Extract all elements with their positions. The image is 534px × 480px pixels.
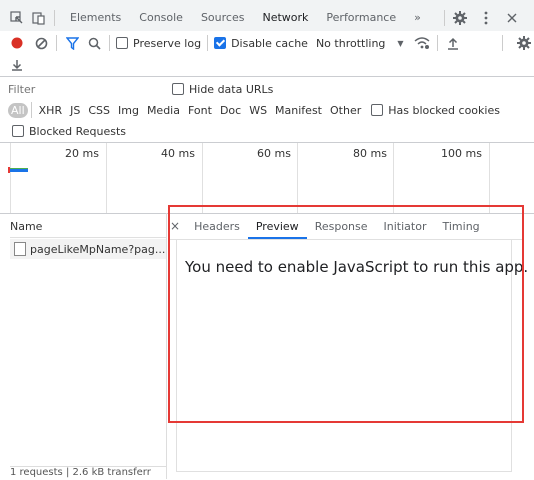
close-icon[interactable] (503, 9, 521, 27)
type-filter-font[interactable]: Font (184, 104, 216, 117)
timeline-tick-label: 40 ms (161, 147, 195, 160)
timeline-tick-label: 100 ms (441, 147, 482, 160)
divider (437, 35, 439, 51)
divider (54, 10, 55, 26)
inspect-element-icon[interactable] (8, 9, 26, 27)
hide-data-urls-label: Hide data URLs (189, 82, 274, 96)
disable-cache-label: Disable cache (231, 36, 308, 50)
network-toolbar: Preserve log Disable cache No throttling… (0, 31, 534, 55)
export-har-icon[interactable] (8, 55, 26, 73)
blocked-requests-row: Blocked Requests (0, 121, 534, 141)
divider (207, 35, 209, 51)
timeline-marker (8, 167, 10, 173)
filter-bar: Hide data URLs (0, 79, 534, 99)
timeline-gridline (297, 143, 298, 213)
type-filter-img[interactable]: Img (114, 104, 143, 117)
timeline-gridline (10, 143, 11, 213)
resource-type-filters: All XHR JS CSS Img Media Font Doc WS Man… (0, 100, 534, 120)
clear-icon[interactable] (32, 34, 50, 52)
blocked-requests-checkbox[interactable] (12, 125, 24, 137)
timeline-gridline (489, 143, 490, 213)
status-bar: 1 requests | 2.6 kB transferr (10, 466, 166, 480)
device-toolbar-icon[interactable] (30, 9, 48, 27)
type-filter-media[interactable]: Media (143, 104, 184, 117)
blocked-requests-label: Blocked Requests (29, 124, 127, 138)
timeline-gridline (393, 143, 394, 213)
divider (166, 213, 167, 479)
timeline-tick-label: 20 ms (65, 147, 99, 160)
type-filter-all[interactable]: All (8, 102, 28, 118)
filter-icon[interactable] (63, 34, 81, 52)
network-conditions-icon[interactable] (413, 34, 431, 52)
preserve-log-checkbox[interactable] (116, 37, 128, 49)
timeline-tick-label: 80 ms (353, 147, 387, 160)
disable-cache-checkbox[interactable] (214, 37, 227, 49)
divider (443, 10, 445, 26)
network-toolbar-row2 (0, 54, 534, 74)
divider (30, 102, 32, 118)
divider (56, 35, 57, 51)
timeline-gridline (106, 143, 107, 213)
divider (109, 35, 110, 51)
hide-data-urls-checkbox[interactable] (172, 83, 184, 95)
has-blocked-cookies-checkbox[interactable] (371, 104, 384, 116)
settings-gear-icon[interactable] (451, 9, 469, 27)
type-filter-xhr[interactable]: XHR (35, 104, 66, 117)
preview-panel-bottom (176, 423, 512, 472)
timeline-gridline (202, 143, 203, 213)
timeline-request-bar (10, 168, 28, 172)
type-filter-manifest[interactable]: Manifest (271, 104, 326, 117)
divider (0, 76, 534, 77)
type-filter-other[interactable]: Other (326, 104, 365, 117)
timeline-tick-label: 60 ms (257, 147, 291, 160)
request-name: pageLikeMpName?pag... (30, 242, 166, 256)
type-filter-ws[interactable]: WS (245, 104, 271, 117)
type-filter-css[interactable]: CSS (84, 104, 114, 117)
type-filter-js[interactable]: JS (66, 104, 84, 117)
request-row[interactable]: pageLikeMpName?pag... (10, 239, 166, 259)
preserve-log-label: Preserve log (133, 36, 202, 50)
import-har-icon[interactable] (444, 34, 462, 52)
throttling-select[interactable]: No throttling (316, 37, 385, 50)
divider (502, 35, 504, 51)
record-icon[interactable] (8, 34, 26, 52)
network-settings-gear-icon[interactable] (515, 34, 533, 52)
has-blocked-cookies-label: Has blocked cookies (388, 103, 500, 117)
kebab-menu-icon[interactable] (477, 9, 495, 27)
type-filter-doc[interactable]: Doc (216, 104, 245, 117)
timeline-overview[interactable]: 20 ms 40 ms 60 ms 80 ms 100 ms (0, 142, 534, 214)
document-icon (14, 242, 26, 256)
filter-input[interactable] (8, 81, 158, 97)
search-icon[interactable] (85, 34, 103, 52)
chevron-down-icon[interactable]: ▼ (391, 34, 409, 52)
highlight-box (168, 205, 524, 423)
requests-list: Name pageLikeMpName?pag... (10, 213, 166, 479)
name-column-header[interactable]: Name (10, 213, 166, 238)
